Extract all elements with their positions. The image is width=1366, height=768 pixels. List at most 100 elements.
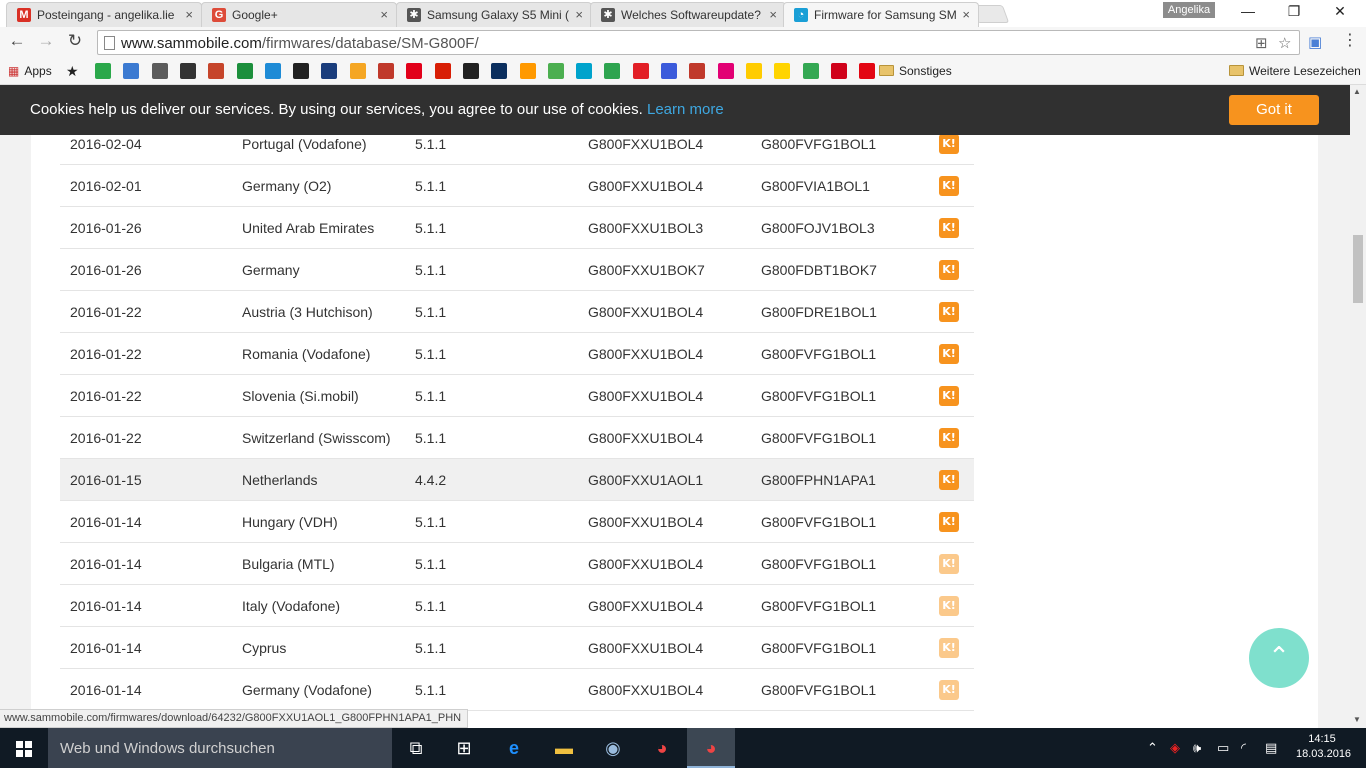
bookmark-favicon-icon[interactable] xyxy=(123,63,140,79)
table-row[interactable]: 2016-01-26 Germany 5.1.1 G800FXXU1BOK7 G800F… xyxy=(60,249,974,291)
address-bar[interactable]: www.sammobile.com/firmwares/database/SM-… xyxy=(97,30,1300,55)
bookmark-favicon-icon[interactable] xyxy=(604,63,621,79)
browser-tab[interactable]: M Posteingang - angelika.lie × xyxy=(6,2,202,27)
download-icon[interactable]: K! xyxy=(939,134,959,154)
table-row[interactable]: 2016-01-22 Switzerland (Swisscom) 5.1.1 G80… xyxy=(60,417,974,459)
bookmark-favicon-icon[interactable] xyxy=(151,63,168,79)
bookmark-favicon-icon[interactable] xyxy=(179,63,196,79)
browser-tab[interactable]: ✱ Welches Softwareupdate? × xyxy=(590,2,786,27)
bookmark-favicon-icon[interactable] xyxy=(859,63,876,79)
back-icon[interactable]: ← xyxy=(6,31,28,51)
chrome-menu-icon[interactable]: ⋮ xyxy=(1342,30,1358,50)
mail-client-icon[interactable]: ◉ xyxy=(589,728,637,768)
wifi-icon[interactable]: ◜ xyxy=(1241,740,1246,756)
close-tab-icon[interactable]: × xyxy=(575,7,583,22)
chrome-active-icon[interactable]: ◕ xyxy=(687,728,735,768)
download-icon[interactable]: K! xyxy=(939,428,959,448)
profile-button[interactable]: Angelika xyxy=(1163,2,1215,18)
volume-icon[interactable]: 🕪 xyxy=(1193,740,1201,756)
bookmark-favicon-icon[interactable] xyxy=(462,63,479,79)
bookmark-favicon-icon[interactable] xyxy=(406,63,423,79)
learn-more-link[interactable]: Learn more xyxy=(647,101,724,118)
scroll-up-arrow[interactable]: ▲ xyxy=(1353,87,1361,96)
table-row[interactable]: 2016-02-01 Germany (O2) 5.1.1 G800FXXU1BOL4… xyxy=(60,165,974,207)
bookmark-favicon-icon[interactable] xyxy=(802,63,819,79)
apps-bookmark[interactable]: ▦ Apps xyxy=(8,63,52,79)
table-row[interactable]: 2016-01-14 Bulgaria (MTL) 5.1.1 G800FXXU1BO… xyxy=(60,543,974,585)
battery-icon[interactable]: ▭ xyxy=(1217,740,1229,756)
bookmark-favicon-icon[interactable] xyxy=(378,63,394,79)
bookmark-favicon-icon[interactable] xyxy=(236,63,253,79)
download-icon[interactable]: K! xyxy=(939,302,959,322)
notifications-icon[interactable]: ▤ xyxy=(1265,740,1277,756)
browser-tab[interactable]: G Google+ × xyxy=(201,2,397,27)
forward-icon[interactable]: → xyxy=(35,31,57,51)
table-row[interactable]: 2016-01-22 Austria (3 Hutchison) 5.1.1 G800… xyxy=(60,291,974,333)
bookmark-favicon-icon[interactable] xyxy=(661,63,677,79)
download-icon[interactable]: K! xyxy=(939,260,959,280)
taskbar-clock[interactable]: 14:15 18.03.2016 xyxy=(1296,732,1351,762)
browser-tab[interactable]: ◔ Firmware for Samsung SM × xyxy=(783,2,979,27)
start-button[interactable] xyxy=(0,728,48,768)
bookmark-favicon-icon[interactable] xyxy=(264,63,281,79)
store-icon[interactable]: ⊞ xyxy=(440,728,488,768)
close-tab-icon[interactable]: × xyxy=(962,7,970,22)
download-icon[interactable]: K! xyxy=(939,512,959,532)
translate-icon[interactable]: ⊞ xyxy=(1255,34,1268,52)
restore-icon[interactable]: ❐ xyxy=(1271,3,1317,20)
download-icon[interactable]: K! xyxy=(939,554,959,574)
taskbar-search-box[interactable]: Web und Windows durchsuchen xyxy=(48,728,392,768)
google-translate-extension-icon[interactable]: ▣ xyxy=(1308,33,1322,51)
scroll-to-top-button[interactable]: ⌃ xyxy=(1249,628,1309,688)
table-row[interactable]: 2016-01-14 Germany (Vodafone) 5.1.1 G800FXX… xyxy=(60,669,974,711)
table-row[interactable]: 2016-01-14 Cyprus 5.1.1 G800FXXU1BOL4 G800FV… xyxy=(60,627,974,669)
table-row[interactable]: 2016-01-14 Hungary (VDH) 5.1.1 G800FXXU1BOL… xyxy=(60,501,974,543)
bookmark-favicon-icon[interactable] xyxy=(293,63,310,79)
bookmark-favicon-icon[interactable] xyxy=(717,63,734,79)
bookmark-favicon-icon[interactable] xyxy=(519,63,536,79)
table-row[interactable]: 2016-01-15 Netherlands 4.4.2 G800FXXU1AOL1 G… xyxy=(60,459,974,501)
file-explorer-icon[interactable]: ▬ xyxy=(540,728,588,768)
bookmark-folder-sonstiges[interactable]: Sonstiges xyxy=(879,63,952,79)
tray-expand-icon[interactable]: ⌃ xyxy=(1147,740,1158,756)
bookmark-favicon-icon[interactable] xyxy=(321,63,338,79)
vertical-scrollbar[interactable]: ▲ ▼ xyxy=(1350,85,1366,728)
bookmark-favicon-icon[interactable] xyxy=(208,63,225,79)
reload-icon[interactable]: ↻ xyxy=(64,31,86,51)
bookmark-favicon-icon[interactable] xyxy=(632,63,649,79)
task-view-icon[interactable]: ⧉ xyxy=(392,728,440,768)
table-row[interactable]: 2016-01-22 Slovenia (Si.mobil) 5.1.1 G800FX… xyxy=(60,375,974,417)
download-icon[interactable]: K! xyxy=(939,470,959,490)
bookmark-favicon-icon[interactable] xyxy=(576,63,593,79)
download-icon[interactable]: K! xyxy=(939,638,959,658)
download-icon[interactable]: K! xyxy=(939,680,959,700)
bookmark-favicon-icon[interactable] xyxy=(95,63,111,79)
bookmark-favicon-icon[interactable] xyxy=(774,63,791,79)
bookmark-favicon-icon[interactable] xyxy=(547,63,564,79)
download-icon[interactable]: K! xyxy=(939,386,959,406)
download-icon[interactable]: K! xyxy=(939,218,959,238)
download-icon[interactable]: K! xyxy=(939,176,959,196)
bookmark-favicon-icon[interactable] xyxy=(689,63,706,79)
bookmarks-star-icon[interactable]: ★ xyxy=(66,63,79,79)
bookmark-favicon-icon[interactable] xyxy=(434,63,451,79)
close-tab-icon[interactable]: × xyxy=(380,7,388,22)
table-row[interactable]: 2016-01-26 United Arab Emirates 5.1.1 G800F… xyxy=(60,207,974,249)
chrome-icon[interactable]: ◕ xyxy=(638,728,686,768)
table-row[interactable]: 2016-01-14 Italy (Vodafone) 5.1.1 G800FXXU1… xyxy=(60,585,974,627)
close-window-icon[interactable]: ✕ xyxy=(1317,3,1363,20)
scrollbar-thumb[interactable] xyxy=(1353,235,1363,303)
scroll-down-arrow[interactable]: ▼ xyxy=(1353,715,1361,724)
minimize-icon[interactable]: — xyxy=(1225,3,1271,19)
got-it-button[interactable]: Got it xyxy=(1229,95,1319,125)
download-icon[interactable]: K! xyxy=(939,344,959,364)
close-tab-icon[interactable]: × xyxy=(769,7,777,22)
bookmark-favicon-icon[interactable] xyxy=(491,63,508,79)
bookmark-favicon-icon[interactable] xyxy=(349,63,366,79)
download-icon[interactable]: K! xyxy=(939,596,959,616)
table-row[interactable]: 2016-01-22 Romania (Vodafone) 5.1.1 G800FXX… xyxy=(60,333,974,375)
other-bookmarks[interactable]: Weitere Lesezeichen xyxy=(1229,63,1361,79)
edge-icon[interactable]: e xyxy=(490,728,538,768)
antivirus-icon[interactable]: ◈ xyxy=(1170,740,1180,756)
bookmark-star-icon[interactable]: ☆ xyxy=(1278,34,1291,52)
